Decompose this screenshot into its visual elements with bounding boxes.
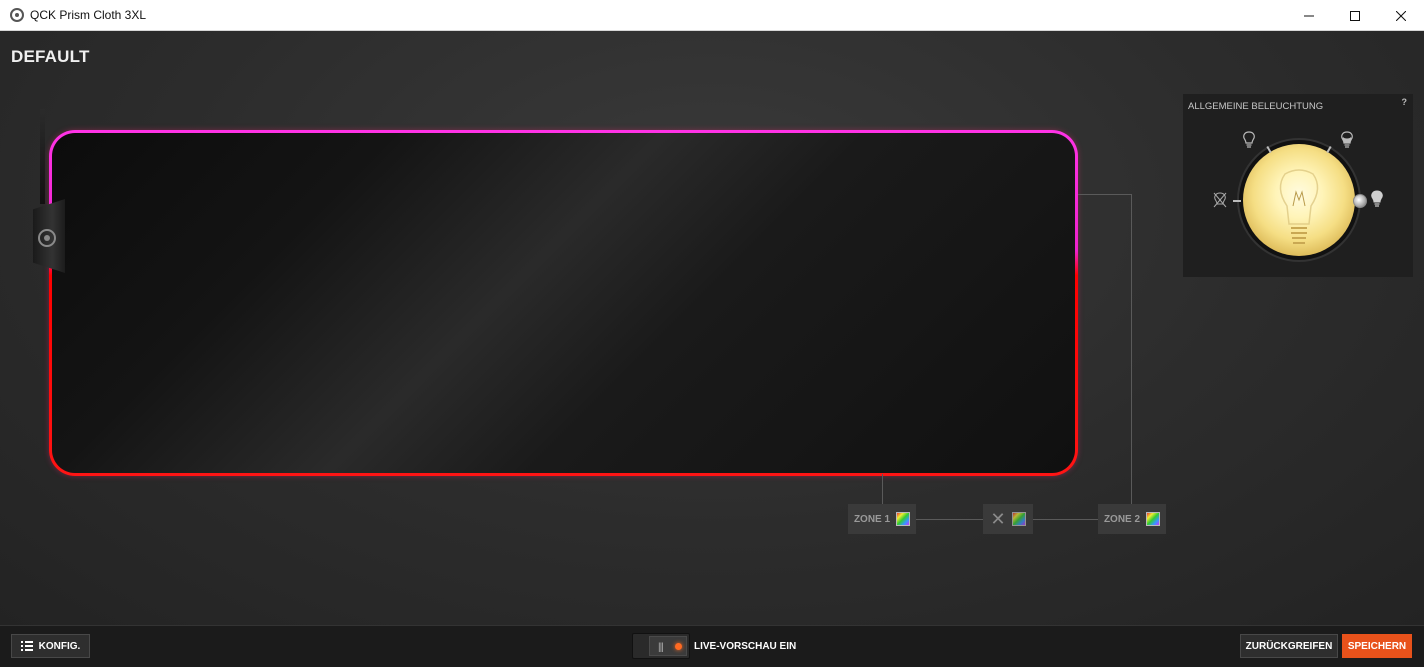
- live-preview-toggle[interactable]: |||: [632, 633, 690, 659]
- config-label: KONFIG.: [38, 640, 81, 652]
- medium-bulb-icon[interactable]: [1340, 131, 1354, 148]
- zone1-line-vertical: [882, 474, 883, 504]
- color-swatch-icon: [896, 512, 911, 526]
- zone-disabled-button[interactable]: ✕: [983, 504, 1033, 534]
- live-preview-label: LIVE-VORSCHAU EIN: [694, 641, 797, 652]
- profile-title: DEFAULT: [11, 47, 90, 66]
- status-led-icon: [675, 643, 682, 650]
- bulb-preview: [1243, 144, 1355, 256]
- color-swatch-icon: [1011, 512, 1026, 526]
- close-button[interactable]: [1378, 0, 1424, 31]
- grip-icon: |||: [658, 642, 664, 653]
- bottom-bar: KONFIG. ||| LIVE-VORSCHAU EIN ZURÜCKGREI…: [0, 625, 1424, 667]
- off-icon[interactable]: [1213, 192, 1227, 208]
- steelseries-logo-icon: [10, 8, 24, 22]
- zone-label: ZONE 2: [1103, 513, 1141, 525]
- title-bar: QCK Prism Cloth 3XL: [0, 0, 1424, 31]
- list-icon: [20, 641, 33, 651]
- zone-2-button[interactable]: ZONE 2: [1098, 504, 1166, 534]
- dial-knob[interactable]: [1353, 194, 1367, 208]
- toggle-thumb: |||: [649, 636, 687, 656]
- steelseries-logo-icon: [38, 229, 56, 247]
- zone2-line-horizontal: [1078, 194, 1132, 195]
- zone-label: ZONE 1: [853, 513, 891, 525]
- revert-button[interactable]: ZURÜCKGREIFEN: [1240, 634, 1338, 658]
- lighting-panel: ALLGEMEINE BELEUCHTUNG ?: [1183, 94, 1413, 277]
- window-controls: [1286, 0, 1424, 31]
- color-swatch-icon: [1146, 512, 1161, 526]
- minimize-icon: [1304, 15, 1314, 16]
- window-title: QCK Prism Cloth 3XL: [30, 8, 147, 22]
- config-button[interactable]: KONFIG.: [11, 634, 90, 658]
- close-icon: [1396, 10, 1406, 21]
- zone-link-line-2: [1033, 519, 1098, 520]
- high-bulb-icon[interactable]: [1370, 190, 1384, 207]
- lighting-title: ALLGEMEINE BELEUCHTUNG: [1188, 101, 1324, 112]
- low-bulb-icon[interactable]: [1242, 131, 1256, 148]
- maximize-button[interactable]: [1332, 0, 1378, 31]
- device-cable: [40, 109, 45, 204]
- x-icon: ✕: [990, 508, 1006, 530]
- maximize-icon: [1350, 10, 1360, 21]
- minimize-button[interactable]: [1286, 0, 1332, 31]
- help-icon[interactable]: ?: [1402, 97, 1408, 107]
- zone-1-button[interactable]: ZONE 1: [848, 504, 916, 534]
- tick-off: [1233, 200, 1241, 202]
- zone-link-line-1: [916, 519, 983, 520]
- mousepad-preview[interactable]: [49, 130, 1078, 476]
- main-area: DEFAULT ZONE 1 ✕ ZONE 2 ALLGEMEINE BELEU…: [0, 31, 1424, 625]
- zone2-line-vertical: [1131, 194, 1132, 504]
- save-button[interactable]: SPEICHERN: [1342, 634, 1412, 658]
